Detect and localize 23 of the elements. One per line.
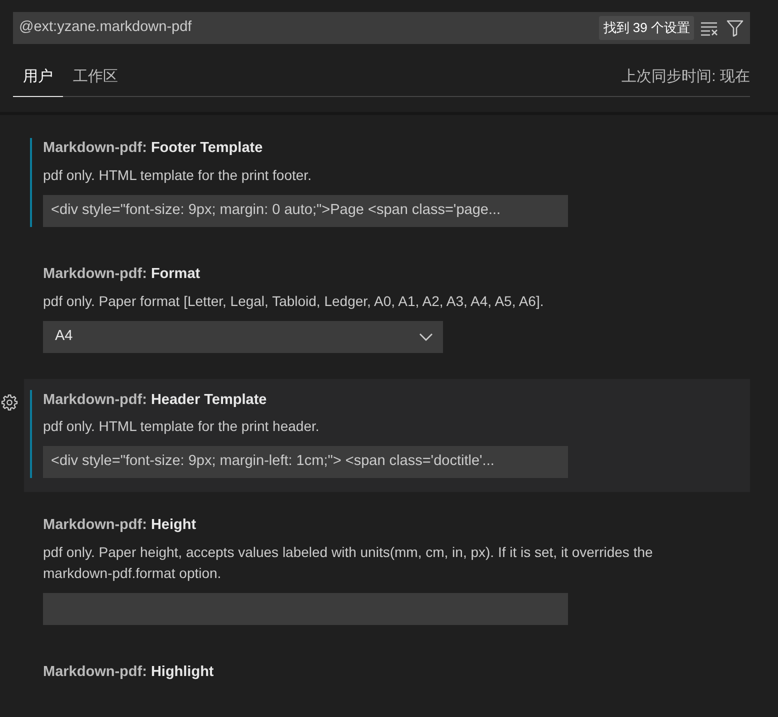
setting-description: pdf only. Paper height, accepts values labeled with units(mm, cm, in, px). If it is set, it overrides the markdown-pdf.format option.: [43, 543, 654, 583]
result-count: 找到 39 个设置: [599, 16, 694, 40]
setting-description: pdf only. HTML template for the print header.: [43, 417, 320, 436]
tab[interactable]: 工作区: [63, 66, 128, 97]
text-field[interactable]: [43, 593, 568, 625]
setting-title: Markdown-pdf: Footer Template: [43, 139, 264, 158]
setting-title: Markdown-pdf: Height: [43, 516, 198, 536]
search-input[interactable]: @ext:yzane.markdown-pdf: [19, 17, 600, 39]
setting-title: Markdown-pdf: Header Template: [43, 390, 268, 410]
settings-icon[interactable]: [1, 394, 18, 410]
sync-status: 上次同步时间: 现在: [622, 66, 750, 86]
setting-title: Markdown-pdf: Format: [43, 264, 202, 284]
filter-icon[interactable]: [726, 19, 744, 37]
format-dropdown[interactable]: A4: [43, 320, 443, 352]
text-field[interactable]: <div style="font-size: 9px; margin: 0 auto;">Page <span class='page...: [43, 194, 568, 227]
text-field[interactable]: <div style="font-size: 9px; margin-left: 1cm;"> <span class='doctitle'...: [43, 446, 568, 478]
tab[interactable]: 用户: [13, 66, 63, 97]
setting-description: pdf only. HTML template for the print footer.: [43, 166, 312, 185]
clear-filter-icon[interactable]: [700, 20, 720, 36]
chevron-down-icon: [419, 332, 433, 340]
search-field[interactable]: @ext:yzane.markdown-pdf 找到 39 个设置: [13, 12, 750, 44]
setting-title: Markdown-pdf: Highlight: [43, 663, 215, 682]
setting-description: pdf only. Paper format [Letter, Legal, Tabloid, Ledger, A0, A1, A2, A3, A4, A5, A6].: [43, 292, 545, 311]
